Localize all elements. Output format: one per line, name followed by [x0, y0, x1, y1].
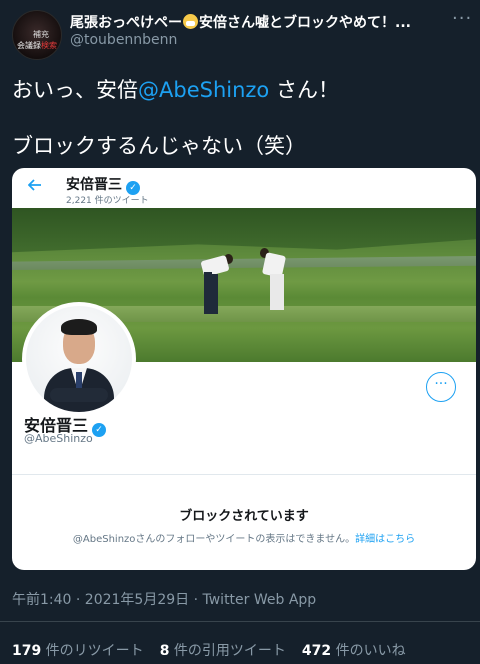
blocked-desc-text: @AbeShinzoさんのフォローやツイートの表示はできません。	[72, 534, 356, 545]
tweet-text-part: さん！	[269, 78, 339, 102]
profile-avatar	[22, 302, 136, 416]
likes-stat[interactable]: 472 件のいいね	[302, 643, 406, 659]
retweets-count: 179	[12, 643, 42, 659]
verified-badge-icon: ✓	[92, 423, 107, 437]
likes-count: 472	[301, 643, 332, 659]
author-avatar[interactable]: 補充 会議録検索	[12, 10, 62, 60]
tweet-text-line1: おいっ、安倍@AbeShinzo さん！	[12, 74, 339, 104]
quotes-count: 8	[159, 643, 170, 659]
attached-image[interactable]: 安倍晋三 ✓ 2,221 件のツイート ··· 安倍晋三 ✓ @AbeShinz…	[12, 168, 476, 570]
display-name-part2: 安倍さん嘘とブロックやめて！...	[199, 15, 411, 31]
blocked-title: ブロックされています	[179, 509, 309, 524]
avatar-text-top: 補充	[33, 30, 49, 39]
divider	[12, 474, 476, 475]
quotes-stat[interactable]: 8 件の引用ツイート	[160, 643, 286, 659]
tweet-stats: 179 件のリツイート 8 件の引用ツイート 472 件のいいね	[12, 640, 406, 660]
author-display-name[interactable]: 尾張おっぺけペー 安倍さん嘘とブロックやめて！...	[70, 12, 440, 32]
tweet-timestamp[interactable]: 午前1:40 · 2021年5月29日 · Twitter Web App	[12, 589, 316, 609]
retweets-stat[interactable]: 179 件のリツイート	[12, 643, 144, 659]
banner-hill	[12, 208, 476, 253]
banner-fence	[12, 256, 476, 270]
profile-handle: @AbeShinzo	[24, 432, 93, 445]
divider	[0, 621, 480, 622]
retweets-label: 件のリツイート	[41, 643, 144, 659]
header-name-text: 安倍晋三	[66, 177, 122, 193]
embedded-header-name: 安倍晋三 ✓	[66, 174, 140, 195]
likes-label: 件のいいね	[331, 643, 406, 659]
avatar-text-bottom: 会議録検索	[17, 41, 57, 50]
arrow-left-icon	[27, 177, 42, 196]
more-options-icon[interactable]: ···	[452, 8, 472, 29]
mask-face-emoji-icon	[183, 14, 198, 29]
blocked-description: @AbeShinzoさんのフォローやツイートの表示はできません。詳細はこちら	[12, 530, 476, 545]
tweet-text-part: おいっ、安倍	[12, 78, 138, 102]
author-handle[interactable]: @toubennbenn	[70, 32, 177, 48]
mention-link[interactable]: @AbeShinzo	[138, 78, 269, 102]
display-name-part1: 尾張おっぺけペー	[70, 15, 182, 31]
profile-more-button: ···	[426, 372, 456, 402]
learn-more-link: 詳細はこちら	[355, 534, 416, 545]
tweet-text-line2: ブロックするんじゃない（笑）	[12, 134, 306, 158]
quotes-label: 件の引用ツイート	[169, 643, 286, 659]
embedded-tweet-count: 2,221 件のツイート	[66, 196, 149, 206]
